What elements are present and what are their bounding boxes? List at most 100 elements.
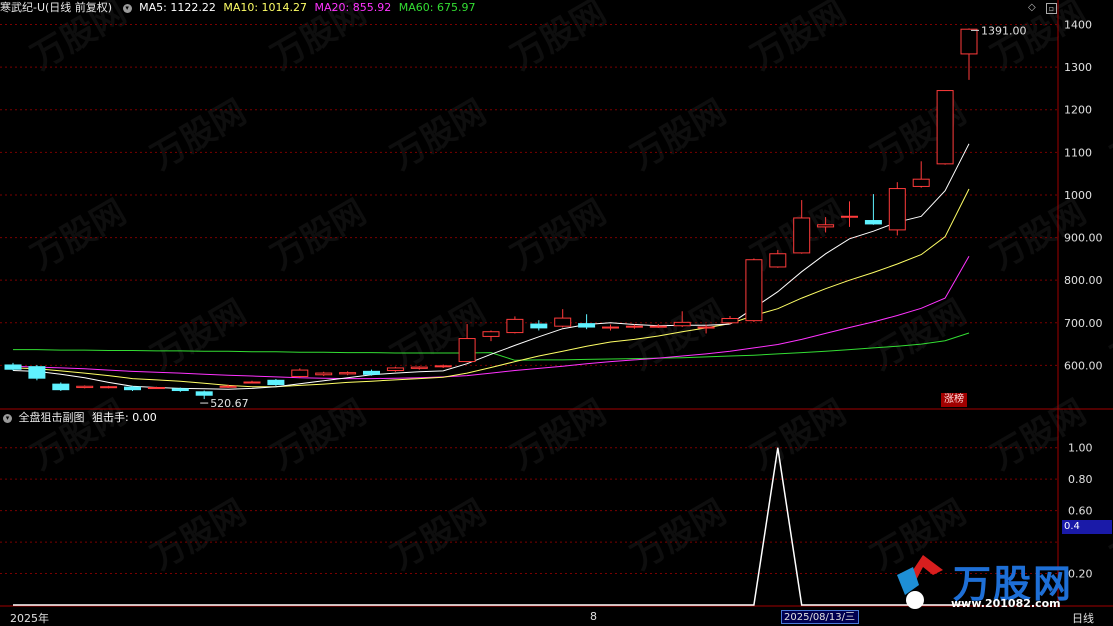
chart-header: 寒武纪-U(日线 前复权) ▾ MA5: 1122.22 MA10: 1014.… (0, 0, 1060, 16)
subchart-header: ▾ 全盘狙击副图 狙击手: 0.00 (0, 410, 157, 426)
candle (315, 371, 333, 377)
watermark-text: 万股网 (265, 192, 373, 278)
maximize-icon[interactable]: ▫ (1046, 3, 1057, 14)
candle-body (864, 220, 882, 225)
candle-body (100, 386, 118, 389)
candle-body (147, 387, 165, 390)
high-label: 1391.00 (981, 24, 1027, 37)
candle-body (793, 217, 811, 254)
chart-canvas: 万股网 万股网 万股网 万股网 万股网万股网 万股网 万股网 万股网 万股网万股网 万股网 万股网万… (0, 0, 1113, 607)
price-tick-label: 700.00 (1064, 317, 1103, 330)
candle (482, 330, 500, 342)
candle-body (625, 325, 643, 328)
price-axis: 600.00 700.00 800.00 900.00 1000 1100 1200 1300… (1064, 19, 1103, 373)
price-tick-label: 900.00 (1064, 232, 1103, 245)
indicator-tick-label: 0.80 (1068, 473, 1093, 486)
candle-body (339, 372, 357, 375)
watermark-text: 万股网 (505, 192, 613, 278)
price-tick-label: 1200 (1064, 104, 1092, 117)
price-tick-label: 1400 (1064, 19, 1092, 32)
watermark-text: 万股网 (985, 392, 1093, 478)
candle-body (960, 28, 978, 55)
candle-body (219, 385, 237, 388)
ma20-legend: MA20: 855.92 (314, 1, 392, 14)
ma5-legend: MA5: 1122.22 (139, 1, 216, 14)
candle-body (315, 372, 333, 376)
candle (960, 28, 978, 80)
candle-body (649, 325, 667, 328)
candle-body (243, 381, 261, 384)
candle-body (386, 367, 404, 372)
candle (339, 371, 357, 376)
candle-body (841, 215, 858, 218)
low-label: 520.67 (210, 397, 249, 410)
price-tick-label: 1100 (1064, 146, 1092, 159)
watermark-text: 万股网 (145, 492, 253, 578)
candle-body (745, 259, 763, 322)
candle-body (673, 321, 691, 327)
candle-body (76, 385, 94, 389)
candle-body (578, 323, 596, 328)
year-label: 2025年 (10, 612, 49, 625)
ma10-legend: MA10: 1014.27 (223, 1, 308, 14)
indicator-tick-label: 0.60 (1068, 505, 1093, 518)
rise-list-tag[interactable]: 涨榜 (941, 393, 967, 407)
watermark-text: 万股网 (25, 192, 133, 278)
candle-body (936, 90, 954, 165)
candle-body (912, 178, 930, 187)
watermark-layer: 万股网 万股网 万股网 万股网 万股网万股网 万股网 万股网 万股网 万股网万股网 万股网 万股网万… (25, 0, 1113, 578)
candle (243, 380, 261, 384)
candle-body (458, 338, 476, 363)
candle (912, 161, 930, 188)
diamond-icon[interactable]: ◇ (1028, 2, 1036, 13)
candle (4, 362, 22, 371)
candle (267, 379, 285, 386)
subchart-title[interactable]: 全盘狙击副图 (19, 411, 85, 424)
brand-logo: 万股网 www.201082.com (893, 545, 1098, 615)
ma60-legend: MA60: 675.97 (398, 1, 476, 14)
price-tick-label: 600.00 (1064, 359, 1103, 372)
dropdown-icon[interactable]: ▾ (122, 3, 132, 13)
candle (291, 368, 309, 378)
watermark-text: 万股网 (1105, 92, 1113, 178)
candle (363, 369, 380, 376)
price-tick-label: 800.00 (1064, 274, 1103, 287)
candle-body (124, 386, 141, 391)
candle (888, 182, 906, 236)
price-tick-label: 1000 (1064, 189, 1092, 202)
candle-body (4, 364, 22, 370)
candle-body (195, 391, 213, 396)
candle-body (482, 331, 500, 337)
watermark-text: 万股网 (265, 392, 373, 478)
candle (745, 258, 763, 322)
watermark-text: 万股网 (865, 92, 973, 178)
candle-body (506, 318, 524, 334)
watermark-text: 万股网 (745, 392, 853, 478)
watermark-text: 万股网 (385, 492, 493, 578)
candle (578, 314, 596, 330)
candle (434, 364, 452, 368)
watermark-text: 万股网 (1105, 292, 1113, 378)
month-label: 8 (590, 610, 597, 623)
watermark-text: 万股网 (505, 392, 613, 478)
candle (52, 382, 70, 391)
security-title[interactable]: 寒武纪-U(日线 前复权) (0, 1, 112, 14)
candle (28, 364, 46, 381)
indicator-value: 狙击手: 0.00 (92, 411, 157, 424)
candle-body (52, 383, 70, 391)
candle-body (721, 318, 739, 324)
watermark-text: 万股网 (385, 92, 493, 178)
logo-icon (897, 555, 943, 609)
subchart-dropdown-icon[interactable]: ▾ (3, 413, 12, 423)
candle-body (769, 253, 787, 268)
candle (864, 194, 882, 225)
candle-body (28, 366, 46, 379)
candle-body (171, 388, 189, 392)
candle-body (888, 188, 906, 231)
watermark-text: 万股网 (145, 92, 253, 178)
candle-body (434, 365, 452, 368)
brand-url: www.201082.com (951, 597, 1061, 610)
watermark-text: 万股网 (1105, 492, 1113, 578)
candle-body (530, 323, 548, 329)
watermark-text: 万股网 (625, 492, 733, 578)
